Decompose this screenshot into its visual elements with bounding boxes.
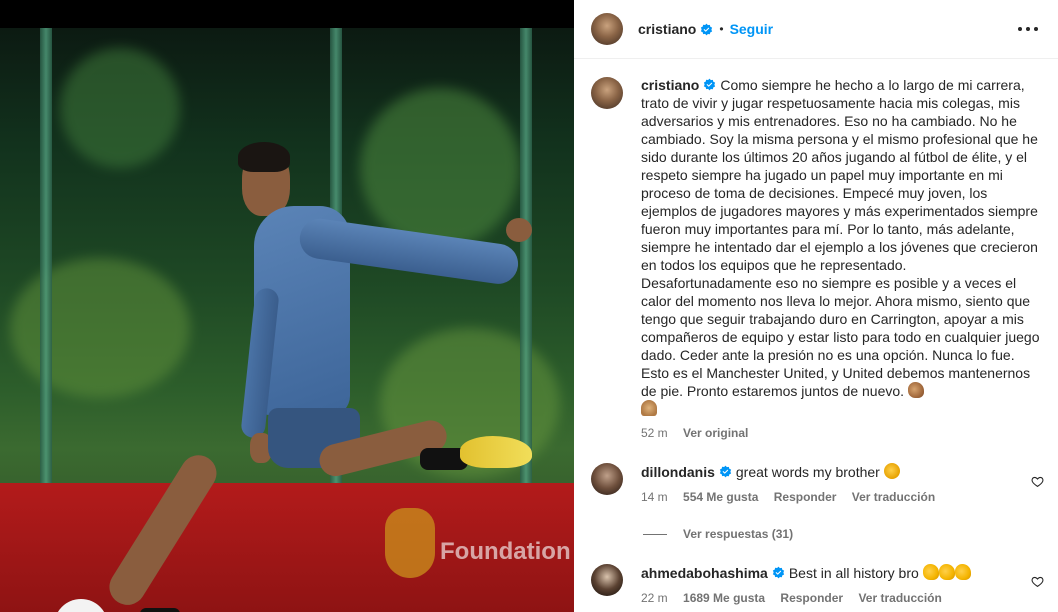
follow-button[interactable]: Seguir: [730, 21, 774, 37]
translate-button[interactable]: Ver traducción: [852, 490, 935, 504]
comment-time: 22 m: [641, 591, 668, 605]
verified-badge-icon: [719, 465, 732, 478]
commenter-avatar[interactable]: [591, 463, 623, 495]
flexed-biceps-emoji-icon: [938, 564, 955, 580]
separator-dot: •: [719, 22, 724, 36]
reply-button[interactable]: Responder: [774, 490, 837, 504]
view-replies-label: Ver respuestas (31): [683, 527, 794, 541]
clapping-hands-emoji-icon: [883, 463, 900, 479]
folded-hands-emoji-icon: [641, 400, 657, 416]
caption-text: Como siempre he hecho a lo largo de mi c…: [641, 77, 1040, 399]
replies-divider: [643, 533, 667, 535]
verified-badge-icon: [772, 566, 784, 579]
comment-time: 14 m: [641, 490, 668, 504]
comment-likes[interactable]: 1689 Me gusta: [683, 591, 765, 605]
bokeh: [60, 48, 180, 168]
caption-username[interactable]: cristiano: [641, 77, 699, 93]
post-media[interactable]: Foundation: [0, 0, 574, 612]
instagram-post-modal: Foundation cristiano • Seguir cristiano …: [0, 0, 1058, 612]
flexed-biceps-emoji-icon: [922, 564, 939, 580]
comment-likes[interactable]: 554 Me gusta: [683, 490, 758, 504]
flexed-biceps-emoji-icon: [954, 564, 971, 580]
verified-badge-icon: [701, 23, 713, 35]
caption-time: 52 m: [641, 426, 668, 440]
banner-text: Foundation: [440, 538, 571, 565]
commenter-avatar[interactable]: [591, 564, 623, 596]
commenter-username[interactable]: dillondanis: [641, 464, 715, 480]
post-header: cristiano • Seguir: [574, 0, 1058, 59]
caption-author-avatar[interactable]: [591, 77, 623, 109]
more-options-icon[interactable]: [1018, 19, 1038, 39]
club-crest: [385, 508, 435, 578]
post-photo: Foundation: [0, 28, 574, 612]
reply-button[interactable]: Responder: [780, 591, 843, 605]
author-avatar[interactable]: [591, 13, 623, 45]
caption-text-block: cristiano Como siempre he hecho a lo lar…: [641, 76, 1041, 418]
like-heart-icon[interactable]: [1031, 475, 1044, 488]
like-heart-icon[interactable]: [1031, 575, 1044, 588]
flexed-biceps-emoji-icon: [907, 382, 924, 398]
bokeh: [10, 258, 190, 398]
post-details-panel: cristiano • Seguir cristiano Como siempr…: [574, 0, 1058, 612]
comment-text: Best in all history bro: [788, 565, 919, 581]
caption-meta: 52 m Ver original: [641, 424, 1041, 442]
translate-button[interactable]: Ver traducción: [858, 591, 941, 605]
author-username[interactable]: cristiano: [638, 21, 696, 37]
comment-item: ahmedabohashima Best in all history bro …: [591, 564, 1051, 607]
comment-item: dillondanis great words my brother 14 m …: [591, 463, 1051, 506]
view-replies-button[interactable]: Ver respuestas (31): [643, 527, 793, 541]
commenter-username[interactable]: ahmedabohashima: [641, 565, 768, 581]
comment-text: great words my brother: [735, 464, 880, 480]
post-caption: cristiano Como siempre he hecho a lo lar…: [591, 76, 1041, 442]
stadium-banner: Foundation: [0, 483, 574, 612]
see-original-link[interactable]: Ver original: [683, 426, 748, 440]
bokeh: [360, 88, 520, 248]
verified-badge-icon: [704, 78, 716, 91]
